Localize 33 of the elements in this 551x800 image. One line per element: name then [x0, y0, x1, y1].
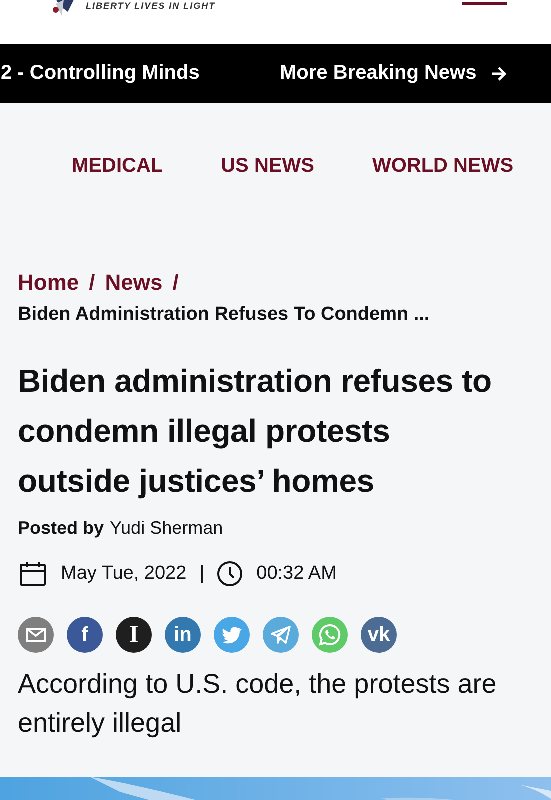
arrow-icon [490, 66, 507, 82]
more-news-link[interactable]: More Breaking News [280, 62, 507, 85]
share-button[interactable]: vk [361, 617, 397, 653]
category-link[interactable]: US NEWS [221, 155, 314, 228]
phone-bubble-icon [318, 623, 342, 647]
post-time: 00:32 AM [256, 563, 337, 585]
share-button[interactable] [18, 617, 54, 653]
date-divider: | [200, 563, 205, 585]
calendar-icon [20, 562, 46, 586]
breadcrumb-link[interactable]: News [105, 270, 163, 296]
bird-icon [222, 626, 242, 644]
breadcrumb-current: Biden Administration Refuses To Condemn ... [18, 304, 431, 326]
category-link[interactable]: MEDICAL [72, 155, 164, 228]
breadcrumb-separator: / [89, 270, 96, 296]
article-subtitle: According to U.S. code, the protests are entirely illegal [18, 668, 498, 740]
tagline: LIBERTY LIVES IN LIGHT [86, 1, 216, 11]
paper-plane-icon [270, 625, 292, 645]
share-button[interactable]: f [67, 617, 103, 653]
article-title: Biden administration refuses to condemn illegal protests outside justices’ homes [18, 362, 493, 501]
share-button[interactable]: in [165, 617, 201, 653]
share-button[interactable] [214, 617, 250, 653]
share-button[interactable] [263, 617, 299, 653]
share-button[interactable] [312, 617, 348, 653]
clock-icon [216, 561, 243, 587]
post-date: May Tue, 2022 [61, 563, 187, 585]
breadcrumb-separator: / [172, 270, 179, 296]
share-button[interactable]: I [116, 617, 152, 653]
category-link[interactable]: WORLD NEWS [372, 155, 514, 228]
author-name: Yudi Sherman [110, 518, 224, 539]
envelope-icon [26, 627, 46, 643]
breaking-headline[interactable]: 2 - Controlling Minds [0, 62, 257, 85]
breadcrumb-link[interactable]: Home [18, 270, 80, 296]
posted-by-label: Posted by [18, 518, 104, 539]
